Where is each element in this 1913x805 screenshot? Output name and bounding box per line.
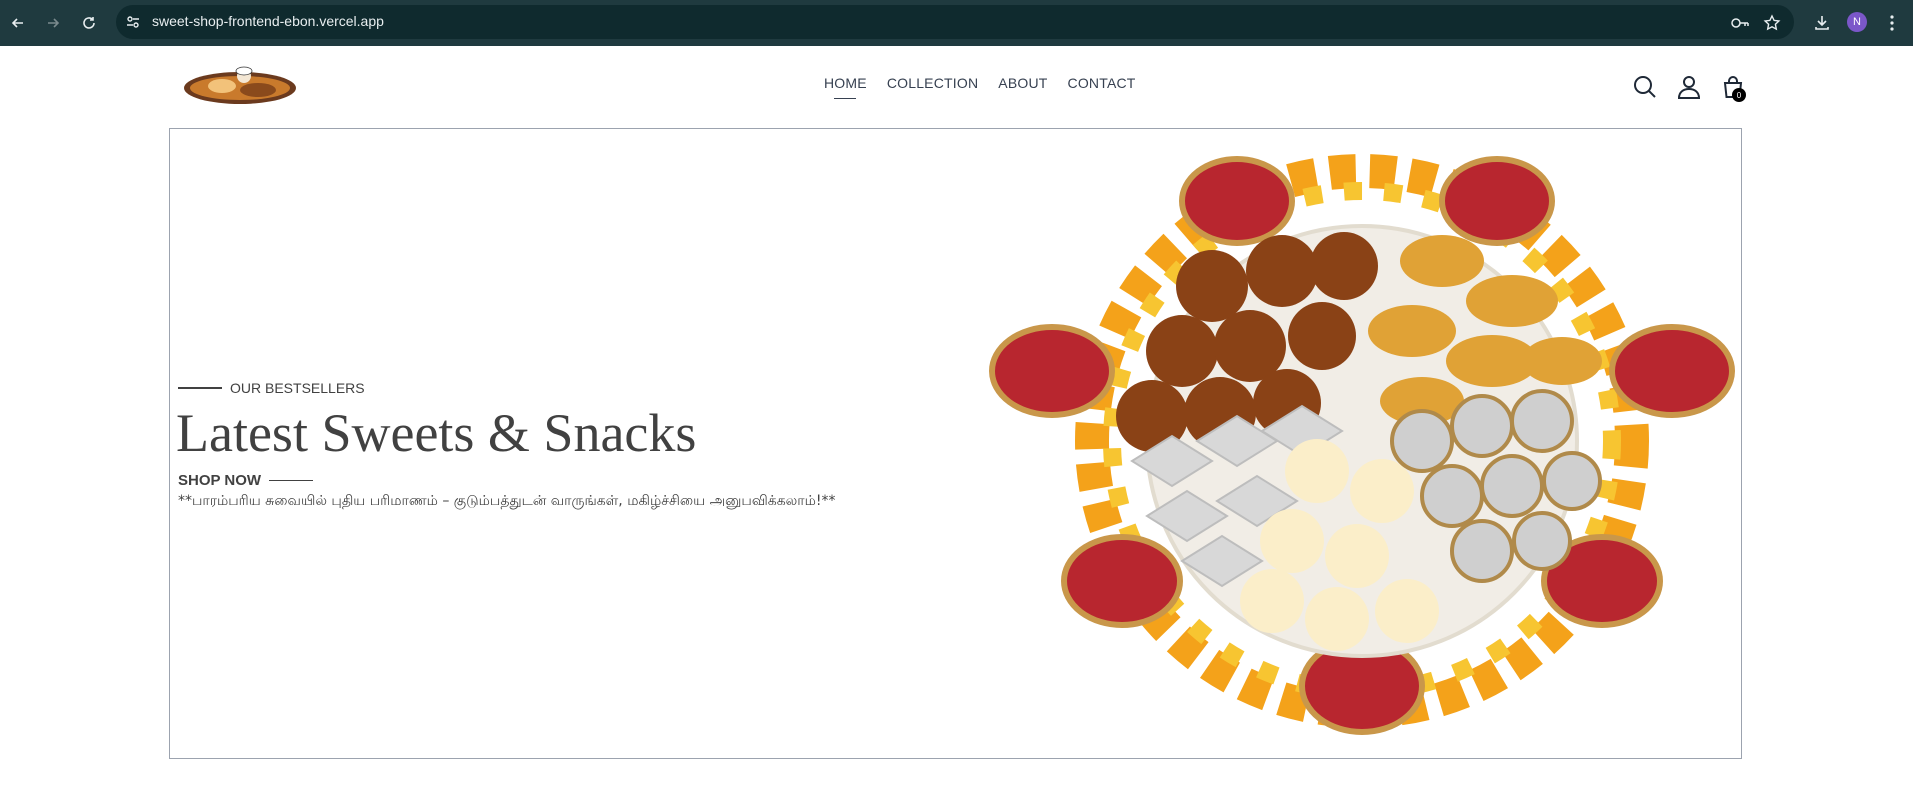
hero-tagline: **பாரம்பரிய சுவையில் புதிய பரிமாணம் – கு…: [178, 493, 836, 509]
bookmark-button[interactable]: [1760, 11, 1784, 35]
profile-avatar[interactable]: N: [1847, 12, 1867, 32]
shop-now-label[interactable]: SHOP NOW: [178, 472, 261, 489]
cart-count-badge: 0: [1732, 88, 1746, 102]
address-bar[interactable]: sweet-shop-frontend-ebon.vercel.app: [116, 5, 1794, 39]
search-button[interactable]: [1632, 74, 1658, 100]
browser-menu-button[interactable]: [1880, 11, 1904, 35]
hero-banner: OUR BESTSELLERS Latest Sweets & Snacks S…: [169, 128, 1742, 759]
site-settings-icon[interactable]: [124, 13, 142, 31]
forward-button[interactable]: [41, 11, 65, 35]
back-button[interactable]: [6, 11, 30, 35]
downloads-button[interactable]: [1810, 11, 1834, 35]
shop-now-link[interactable]: SHOP NOW: [178, 472, 314, 489]
nav-contact[interactable]: CONTACT: [1068, 75, 1136, 91]
star-icon: [1763, 14, 1781, 31]
search-icon: [1634, 76, 1656, 98]
hero-title: Latest Sweets & Snacks: [176, 403, 697, 463]
user-icon: [1677, 76, 1701, 99]
profile-button[interactable]: [1676, 74, 1702, 100]
browser-toolbar: sweet-shop-frontend-ebon.vercel.app N: [0, 0, 1913, 46]
download-icon: [1815, 16, 1829, 30]
main-navigation: HOME COLLECTION ABOUT CONTACT: [824, 75, 1136, 91]
eyebrow-text: OUR BESTSELLERS: [230, 380, 365, 396]
reload-button[interactable]: [77, 11, 101, 35]
key-icon: [1731, 18, 1749, 28]
logo-icon: [184, 66, 296, 104]
arrow-right-icon: [48, 18, 60, 28]
hero-eyebrow: OUR BESTSELLERS: [178, 380, 365, 396]
eyebrow-divider: [178, 387, 222, 389]
sweets-platter-image: [989, 154, 1735, 735]
arrow-left-icon: [11, 18, 23, 28]
shop-now-divider: [269, 480, 314, 481]
nav-about[interactable]: ABOUT: [998, 75, 1047, 91]
nav-home[interactable]: HOME: [824, 75, 867, 91]
url-text[interactable]: sweet-shop-frontend-ebon.vercel.app: [152, 13, 384, 29]
more-vertical-icon: [1890, 15, 1894, 31]
nav-collection[interactable]: COLLECTION: [887, 75, 978, 91]
site-logo[interactable]: [182, 66, 298, 106]
reload-icon: [83, 17, 95, 29]
password-key-button[interactable]: [1728, 11, 1752, 35]
